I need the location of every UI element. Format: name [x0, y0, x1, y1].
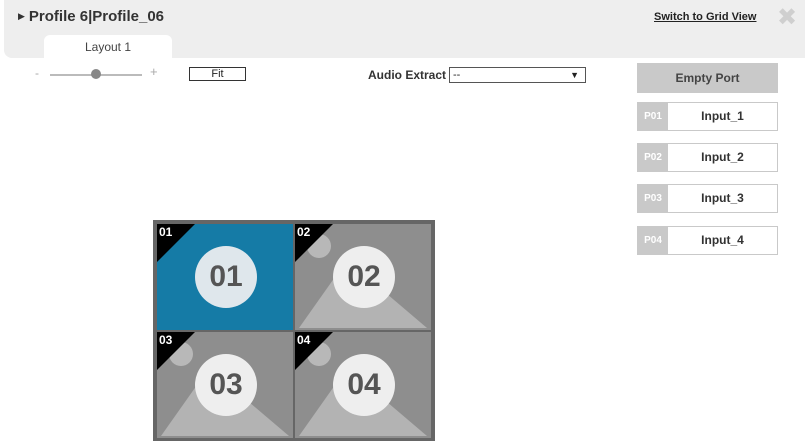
profile-title-text: Profile 6|Profile_06	[28, 8, 165, 25]
port-name: Input_1	[701, 109, 744, 123]
fit-button[interactable]: Fit	[189, 67, 246, 81]
window-number-circle: 01	[195, 246, 257, 308]
port-item-p01[interactable]: P01 Input_1	[637, 102, 778, 131]
layout-editor: ▶ Profile 6|Profile_06 Switch to Grid Vie…	[0, 0, 805, 441]
port-id-tag: P02	[638, 144, 668, 171]
expand-triangle-icon[interactable]: ▶	[18, 11, 25, 22]
port-name: Input_2	[701, 150, 744, 164]
port-name: Input_3	[701, 191, 744, 205]
window-01[interactable]: 01 01	[157, 224, 293, 330]
audio-extract-select[interactable]: -- ▼	[449, 67, 586, 83]
window-badge-number: 01	[159, 225, 173, 239]
window-badge-number: 03	[159, 333, 173, 347]
tab-layout-1[interactable]: Layout 1	[44, 35, 172, 59]
window-04[interactable]: 04 04	[295, 332, 431, 438]
zoom-slider[interactable]: - +	[35, 64, 165, 82]
port-id-tag: P01	[638, 103, 668, 130]
window-badge-number: 02	[297, 225, 311, 239]
window-02[interactable]: 02 02	[295, 224, 431, 330]
port-id-tag: P04	[638, 227, 668, 254]
close-icon[interactable]: ✖	[774, 5, 800, 31]
empty-port-button[interactable]: Empty Port	[637, 63, 778, 93]
profile-title[interactable]: ▶ Profile 6|Profile_06	[18, 8, 164, 25]
header-bar: ▶ Profile 6|Profile_06 Switch to Grid Vie…	[4, 0, 805, 59]
port-item-p03[interactable]: P03 Input_3	[637, 184, 778, 213]
port-item-p02[interactable]: P02 Input_2	[637, 143, 778, 172]
port-id-tag: P03	[638, 185, 668, 212]
zoom-handle[interactable]	[91, 69, 101, 79]
window-03[interactable]: 03 03	[157, 332, 293, 438]
port-name: Input_4	[701, 233, 744, 247]
audio-extract-label: Audio Extract	[368, 68, 447, 82]
window-badge-number: 04	[297, 333, 311, 347]
zoom-out-icon[interactable]: -	[35, 66, 39, 80]
dropdown-arrow-icon: ▼	[570, 70, 579, 80]
switch-to-grid-view-link[interactable]: Switch to Grid View	[654, 11, 756, 23]
window-layout-canvas: 01 01 02 02 03 03 04 04	[153, 220, 435, 441]
zoom-in-icon[interactable]: +	[150, 64, 158, 79]
port-item-p04[interactable]: P04 Input_4	[637, 226, 778, 255]
window-number-circle: 04	[333, 354, 395, 416]
window-number-circle: 03	[195, 354, 257, 416]
window-number-circle: 02	[333, 246, 395, 308]
audio-extract-value: --	[453, 69, 461, 81]
